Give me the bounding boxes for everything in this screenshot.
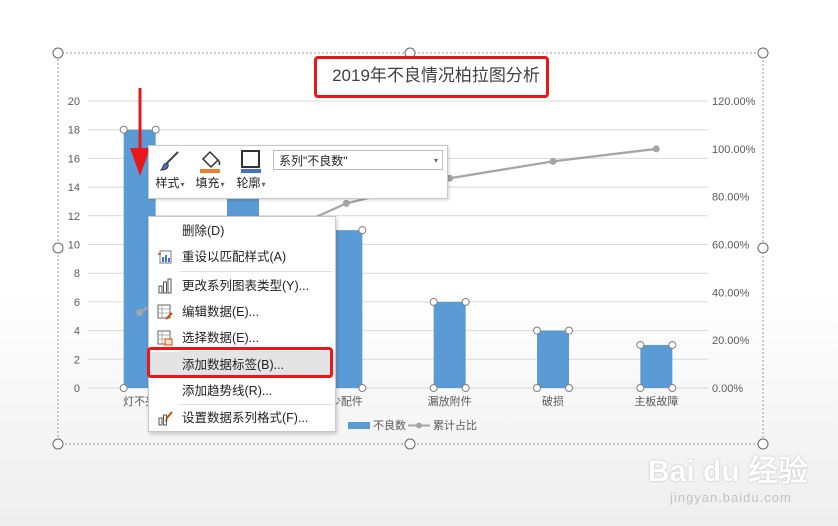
legend[interactable]: 不良数 累计占比 <box>348 418 477 432</box>
y-tick-label: 8 <box>74 268 80 280</box>
bar-selection-handle[interactable] <box>636 384 645 392</box>
y2-tick-label: 40.00% <box>712 287 750 299</box>
watermark: Bai du 经验 jingyan.baidu.com <box>640 440 815 520</box>
y-tick-label: 4 <box>74 326 80 338</box>
legend-line-marker <box>416 422 422 429</box>
legend-label-line: 累计占比 <box>433 418 477 432</box>
y2-tick-label: 100.00% <box>712 144 756 156</box>
bar-selection-handle[interactable] <box>533 326 541 335</box>
bar-selection-handle[interactable] <box>119 125 128 134</box>
bar[interactable] <box>537 330 569 388</box>
y-axis-ticks: 0 2 4 6 8 10 12 14 16 18 20 <box>68 96 80 395</box>
bar-selection-handle[interactable] <box>429 384 438 392</box>
x-tick-label: 主板故障 <box>634 394 678 408</box>
line-point[interactable] <box>652 145 660 153</box>
brush-icon <box>151 146 189 176</box>
resize-handle[interactable] <box>52 242 64 254</box>
bar[interactable] <box>640 344 673 388</box>
menu-item-delete[interactable]: 删除(D) <box>149 218 335 244</box>
resize-handle[interactable] <box>404 438 416 450</box>
resize-handle[interactable] <box>52 438 64 450</box>
style-label: 样式 <box>155 176 180 190</box>
chevron-down-icon: ▾ <box>220 180 225 189</box>
bar-selection-handle[interactable] <box>358 384 367 392</box>
y-tick-label: 18 <box>68 125 80 137</box>
series-select[interactable]: 系列"不良数" ▾ <box>273 150 443 170</box>
fill-button[interactable]: 填充▾ <box>191 146 229 198</box>
outline-square-icon <box>231 146 271 176</box>
y2-tick-label: 20.00% <box>712 335 750 347</box>
menu-item-change-chart-type[interactable]: 更改系列图表类型(Y)... <box>149 273 335 299</box>
chart-type-icon <box>157 278 173 294</box>
legend-label-bar: 不良数 <box>373 418 406 432</box>
y-tick-label: 14 <box>68 182 80 194</box>
chevron-down-icon: ▾ <box>261 180 266 189</box>
menu-item-label: 删除(D) <box>182 224 225 238</box>
context-menu: 删除(D) 重设以匹配样式(A) 更改系列图表类型(Y)... 编辑数据(E).… <box>148 216 336 432</box>
menu-separator <box>179 271 333 272</box>
y-tick-label: 10 <box>68 240 80 252</box>
bar-selection-handle[interactable] <box>565 384 573 392</box>
y-tick-label: 12 <box>68 211 80 223</box>
title-highlight-box <box>314 56 549 98</box>
chevron-down-icon: ▾ <box>180 180 185 189</box>
bar-selection-handle[interactable] <box>668 340 677 349</box>
menu-item-label: 更改系列图表类型(Y)... <box>182 279 310 293</box>
bar-selection-handle[interactable] <box>636 340 645 349</box>
y2-tick-label: 60.00% <box>712 240 750 252</box>
line-point[interactable] <box>342 199 350 207</box>
watermark-logo: Bai du 经验 <box>648 455 809 488</box>
y2-axis-ticks: 0.00% 20.00% 40.00% 60.00% 80.00% 100.00% 120.… <box>712 96 756 395</box>
y2-tick-label: 0.00% <box>712 383 743 395</box>
y2-tick-label: 80.00% <box>712 192 750 204</box>
bar-selection-handle[interactable] <box>151 125 160 134</box>
resize-handle[interactable] <box>52 47 64 59</box>
series-select-value: 系列"不良数" <box>279 154 348 168</box>
menu-item-label: 编辑数据(E)... <box>182 305 260 319</box>
edit-data-icon <box>157 304 173 320</box>
bar-selection-handle[interactable] <box>358 226 367 235</box>
format-mini-toolbar: 样式▾ 填充▾ 轮廓▾ 系列"不良数" ▾ <box>148 145 448 199</box>
resize-handle[interactable] <box>757 242 769 254</box>
menu-item-add-trendline[interactable]: 添加趋势线(R)... <box>149 378 335 404</box>
y-tick-label: 16 <box>68 153 80 165</box>
menu-highlight-box <box>147 347 333 378</box>
x-tick-label: 破损 <box>542 394 564 408</box>
line-point[interactable] <box>136 308 144 316</box>
legend-bar-swatch <box>348 422 370 429</box>
bar-selection-handle[interactable] <box>668 384 677 392</box>
style-button[interactable]: 样式▾ <box>151 146 189 198</box>
outline-label: 轮廓 <box>236 176 261 190</box>
paint-bucket-icon <box>191 146 229 176</box>
bar-selection-handle[interactable] <box>461 384 470 392</box>
menu-item-label: 重设以匹配样式(A) <box>182 250 287 264</box>
reset-style-icon <box>157 249 173 265</box>
y-tick-label: 0 <box>74 383 80 395</box>
y-tick-label: 6 <box>74 297 80 309</box>
bar-selection-handle[interactable] <box>429 297 438 306</box>
menu-item-format-series[interactable]: 设置数据系列格式(F)... <box>149 405 335 431</box>
y2-tick-label: 120.00% <box>712 96 756 108</box>
resize-handle[interactable] <box>757 47 769 59</box>
x-tick-label: 漏放附件 <box>428 394 472 408</box>
outline-button[interactable]: 轮廓▾ <box>231 146 271 198</box>
bar-selection-handle[interactable] <box>119 384 128 392</box>
y-tick-label: 20 <box>68 96 80 108</box>
format-series-icon <box>157 410 173 426</box>
watermark-url: jingyan.baidu.com <box>670 490 792 505</box>
y-tick-label: 2 <box>74 354 80 366</box>
select-data-icon <box>157 330 173 346</box>
menu-item-edit-data[interactable]: 编辑数据(E)... <box>149 299 335 325</box>
bar[interactable] <box>433 301 466 388</box>
bar-selection-handle[interactable] <box>533 384 541 392</box>
bar-selection-handle[interactable] <box>565 326 573 335</box>
bar-selection-handle[interactable] <box>461 297 470 306</box>
menu-item-reset-style[interactable]: 重设以匹配样式(A) <box>149 244 335 270</box>
line-point[interactable] <box>549 157 557 165</box>
chevron-down-icon: ▾ <box>433 156 438 165</box>
fill-label: 填充 <box>195 176 220 190</box>
menu-item-label: 添加趋势线(R)... <box>182 384 273 398</box>
menu-item-label: 设置数据系列格式(F)... <box>182 411 309 425</box>
